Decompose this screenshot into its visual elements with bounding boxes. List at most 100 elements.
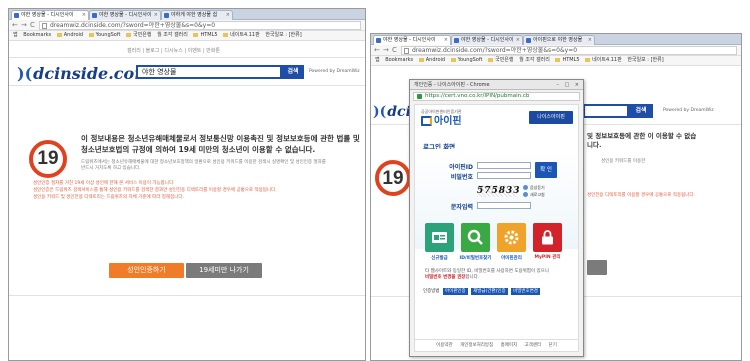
auth-method-label: 인증방법 — [423, 289, 440, 294]
change-password-link[interactable]: 비밀번호변경 — [511, 288, 540, 295]
captcha-refresh-button[interactable]: 새로고침 — [523, 192, 545, 198]
bookmark-item[interactable]: 한국일보 : [한류] — [265, 31, 301, 40]
ipin-auth-link[interactable]: 아이핀인증 — [443, 288, 468, 295]
warning-red-line: 성인용 키워드 및 성인전용 디렉토리는 드림위즈의 자체 기준에 따라 정해집… — [33, 195, 184, 200]
bookmark-item[interactable]: YoungSoft — [89, 31, 121, 40]
close-icon[interactable]: × — [154, 11, 158, 20]
browser-tab[interactable]: 야한 영상물 - 디시인사이 × — [89, 10, 161, 20]
search-button[interactable]: 검색 — [629, 104, 653, 118]
captcha-sound-button[interactable]: 음성듣기 — [523, 185, 545, 191]
forward-icon[interactable]: → — [21, 21, 27, 30]
apps-bookmark[interactable]: 앱 — [375, 56, 380, 65]
close-icon[interactable]: × — [588, 36, 592, 45]
site-logo[interactable]: )(dcinside.com — [17, 64, 151, 83]
tab-strip: 야한 영상물 - 디시인사이 × 야한 영상물 - 디시인사이 × 야하게 야한 영… — [9, 9, 365, 20]
favicon-icon — [164, 13, 169, 18]
browser-tab[interactable]: 야한 영상물 - 디시인사이 × — [11, 10, 89, 20]
footer-link[interactable]: 고객센터 — [525, 343, 542, 348]
new-issue-tile[interactable] — [425, 223, 454, 252]
back-icon[interactable]: ← — [12, 21, 18, 30]
ipin-logo: 공공아이핀센터인증기관 아이핀 — [421, 109, 462, 127]
bookmark-item[interactable]: 국민은행 — [126, 31, 151, 40]
search-button[interactable]: 검색 — [282, 65, 304, 79]
footer-link[interactable]: 이용약관 — [436, 343, 453, 348]
browser-tab[interactable]: 야한 영상물 - 디시인사이 × — [373, 35, 451, 45]
footer-link[interactable]: 개인정보처리방침 — [460, 343, 493, 348]
tab-label: 아이핀으로 야한 영상물 — [533, 37, 583, 43]
powered-by: Powered by DreamWiz — [309, 69, 360, 74]
search-input[interactable] — [583, 104, 629, 118]
close-icon[interactable]: × — [444, 36, 448, 45]
footer-close-link[interactable]: 닫기 — [549, 343, 557, 348]
footer-link[interactable]: 홈페이지 — [501, 343, 518, 348]
mypin-manage-tile[interactable] — [533, 223, 562, 252]
forward-icon[interactable]: → — [383, 46, 389, 55]
notice-text: 타 웹사이트와 동일한 ID, 비밀번호를 사용하면 도용위험이 있으니 — [425, 269, 549, 274]
find-id-password-label: ID/비밀번호찾기 — [459, 256, 492, 261]
confirm-button[interactable]: 확 인 — [535, 162, 557, 178]
under-19-exit-button[interactable] — [587, 260, 607, 275]
bookmark-item[interactable]: 월 조각 갤러리 — [157, 31, 188, 40]
find-id-password-tile[interactable] — [461, 223, 490, 252]
ipin-id-input[interactable] — [477, 162, 531, 169]
favicon-icon — [454, 38, 459, 43]
url-text: dreamwiz.dcinside.com/?sword=야한+영상물&s=0&… — [412, 47, 578, 54]
bookmark-item[interactable]: HTML5 — [555, 56, 579, 65]
ipin-brand: 아이핀 — [434, 116, 462, 127]
logo-text: dcinside.com — [33, 64, 152, 83]
bookmark-item[interactable]: Android — [419, 56, 445, 65]
bookmark-item[interactable]: YoungSoft — [451, 56, 483, 65]
bookmark-item[interactable]: Bookmarks — [23, 31, 51, 40]
apps-bookmark[interactable]: 앱 — [13, 31, 18, 40]
notice-tail: 합니다. — [465, 275, 480, 280]
url-field[interactable]: dreamwiz.dcinside.com/?sword=야한+영상물&s=0&… — [39, 21, 361, 30]
popup-title-bar: 개인인증 - 나이스아이핀 - Chrome – □ × — [410, 80, 583, 90]
reload-icon[interactable]: C — [30, 21, 35, 30]
bookmark-item[interactable]: 한국일보 : [한류] — [627, 56, 663, 65]
url-field[interactable]: dreamwiz.dcinside.com/?sword=야한+영상물&s=0&… — [401, 46, 737, 55]
warning-subtext: 드림위즈에서는 청소년유해매체물에 대한 청소년보호정책의 일환으로 성인용 키… — [81, 160, 326, 171]
warning-title-partial: 및 정보보호등에 관한 이 이용할 수 없습니다. — [587, 132, 697, 149]
ipin-mark-icon — [421, 116, 432, 126]
lock-icon — [417, 94, 422, 99]
popup-title: 개인인증 - 나이스아이핀 - Chrome — [414, 82, 490, 88]
bookmark-item[interactable]: Android — [57, 31, 83, 40]
nice-ipin-banner[interactable]: 나이스아이핀 — [529, 111, 573, 124]
age-19-badge: 19 — [29, 140, 67, 178]
bookmarks-bar: 앱 Bookmarks Android YoungSoft 국민은행 월 조각 … — [9, 31, 365, 41]
close-icon[interactable]: × — [82, 11, 86, 20]
id-card-icon — [432, 232, 447, 243]
window-controls[interactable]: – □ × — [556, 80, 581, 90]
reissue-auth-link[interactable]: 재발급(간편)인증 — [471, 288, 508, 295]
close-icon[interactable]: × — [516, 36, 520, 45]
ipin-manage-tile[interactable] — [497, 223, 526, 252]
tab-label: 야한 영상물 - 디시인사이 — [21, 12, 74, 18]
bookmark-item[interactable]: 네이트4.11판 — [585, 56, 622, 65]
adult-verify-button[interactable]: 성인인증하기 — [109, 263, 184, 278]
search-input[interactable]: 야한 영상물 — [136, 65, 282, 79]
tab-label: 야한 영상물 - 디시인사이 — [461, 37, 514, 43]
browser-tab[interactable]: 아이핀으로 야한 영상물 × — [523, 35, 595, 45]
bookmark-item[interactable]: HTML5 — [193, 31, 217, 40]
close-icon[interactable]: × — [226, 11, 230, 20]
back-icon[interactable]: ← — [374, 46, 380, 55]
browser-tab[interactable]: 야한 영상물 - 디시인사이 × — [451, 35, 523, 45]
divider — [9, 295, 365, 296]
bookmark-item[interactable]: 네이트4.11판 — [223, 31, 260, 40]
divider — [9, 57, 365, 58]
divider — [9, 85, 365, 86]
favicon-icon — [92, 13, 97, 18]
password-input[interactable] — [477, 172, 531, 179]
browser-tab[interactable]: 야하게 야한 영상물 쉽 × — [161, 10, 233, 20]
left-browser-screenshot: 야한 영상물 - 디시인사이 × 야한 영상물 - 디시인사이 × 야하게 야한 영… — [8, 8, 366, 361]
top-menu[interactable]: 갤러리 | 블로그 | 디시뉴스 | 이벤트 | 만화툰 — [127, 47, 220, 54]
popup-url-field[interactable]: https://cert.vno.co.kr/IPIN/pubmain.cb — [413, 92, 580, 101]
under-19-exit-button[interactable]: 19세미만 나가기 — [186, 263, 262, 278]
captcha-input[interactable] — [477, 202, 531, 209]
bookmark-item[interactable]: 월 조각 갤러리 — [519, 56, 550, 65]
bookmark-item[interactable]: Bookmarks — [385, 56, 413, 65]
bookmarks-bar: 앱 Bookmarks Android YoungSoft 국민은행 월 조각 … — [371, 56, 741, 66]
reload-icon[interactable]: C — [392, 46, 397, 55]
url-text: dreamwiz.dcinside.com/?sword=야한+영상물&s=0&… — [50, 22, 216, 29]
bookmark-item[interactable]: 국민은행 — [488, 56, 513, 65]
